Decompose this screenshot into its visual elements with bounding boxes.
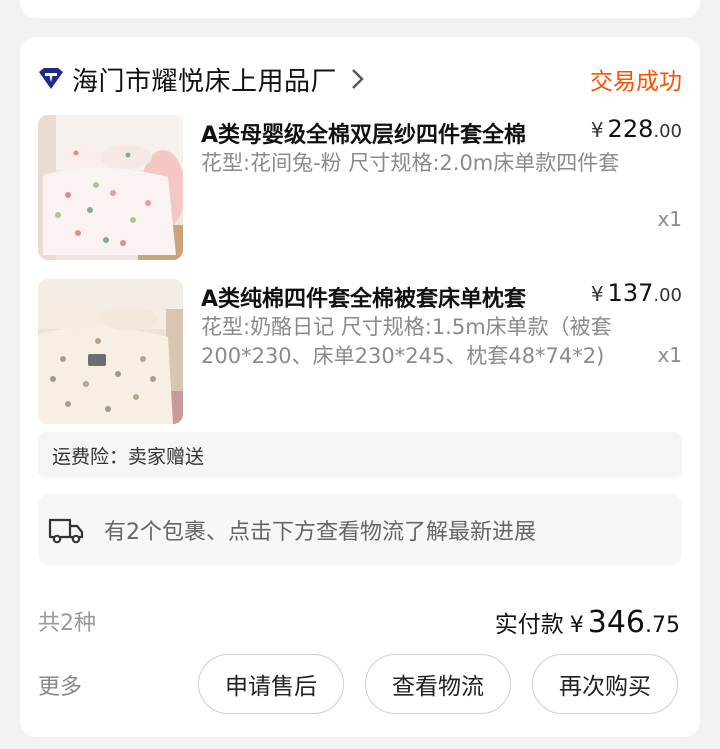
product-price: ¥228.00 — [590, 115, 682, 143]
shop-header[interactable]: 海门市耀悦床上用品厂 交易成功 — [38, 59, 682, 99]
item-count: 共2种 — [38, 611, 96, 636]
chevron-right-icon[interactable] — [351, 68, 365, 90]
logistics-text[interactable]: 有2个包裹、点击下方查看物流了解最新进展 — [104, 514, 536, 546]
previous-order-card — [20, 0, 700, 18]
total-paid: 实付款 ¥346.75 — [494, 605, 680, 640]
order-card: 海门市耀悦床上用品厂 交易成功 A类母婴级全棉双层纱四件套全棉 ¥ 228.00… — [20, 37, 700, 737]
product-image[interactable] — [38, 115, 183, 260]
product-price: ¥137.00 — [590, 279, 682, 307]
order-status: 交易成功 — [590, 69, 682, 95]
product-spec: 花型:奶酪日记 尺寸规格:1.5m床单款（被套200*230、床单230*245… — [201, 315, 612, 368]
freight-insurance: 运费险：卖家赠送 — [38, 432, 682, 478]
product-spec: 花型:花间兔-粉 尺寸规格:2.0m床单款四件套 — [201, 151, 620, 175]
product-image[interactable] — [38, 279, 183, 424]
order-item[interactable]: A类纯棉四件套全棉被套床单枕套 ¥137.00 花型:奶酪日记 尺寸规格:1.5… — [38, 279, 682, 424]
rebuy-button[interactable]: 再次购买 — [532, 654, 678, 714]
product-title[interactable]: A类纯棉四件套全棉被套床单枕套 — [201, 281, 571, 313]
product-qty: x1 — [657, 207, 682, 231]
product-qty: x1 — [657, 343, 682, 367]
order-item[interactable]: A类母婴级全棉双层纱四件套全棉 ¥228.00 花型:花间兔-粉 尺寸规格:2.… — [38, 115, 682, 260]
shop-name[interactable]: 海门市耀悦床上用品厂 — [72, 61, 337, 98]
tmall-diamond-icon — [38, 66, 64, 92]
more-button[interactable]: 更多 — [38, 669, 82, 701]
freight-insurance-text: 运费险：卖家赠送 — [52, 445, 205, 468]
view-logistics-button[interactable]: 查看物流 — [365, 654, 511, 714]
after-sale-button[interactable]: 申请售后 — [198, 654, 344, 714]
product-title[interactable]: A类母婴级全棉双层纱四件套全棉 — [201, 117, 571, 149]
logistics-banner[interactable]: 有2个包裹、点击下方查看物流了解最新进展 — [38, 494, 682, 566]
truck-icon — [48, 516, 84, 544]
